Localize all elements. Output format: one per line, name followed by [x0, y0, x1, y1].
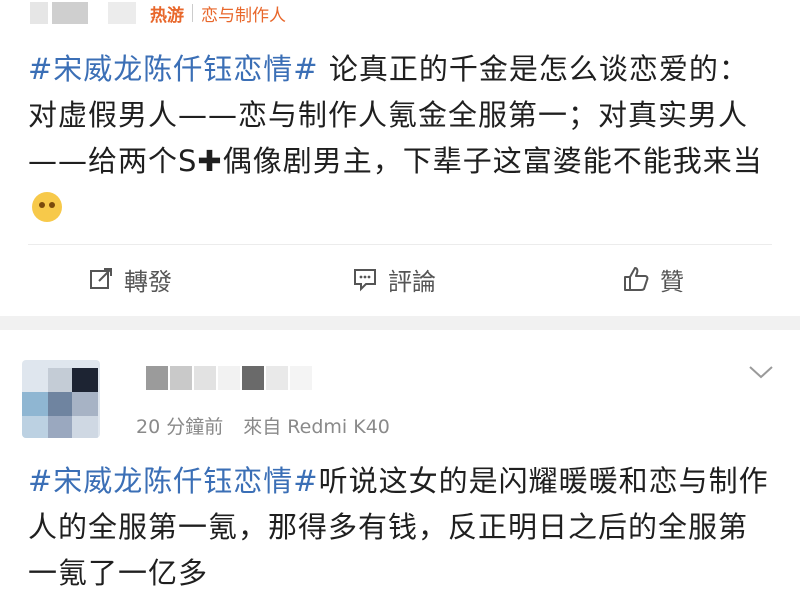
repost-label: 轉發 [124, 267, 172, 296]
thumbs-up-icon [624, 267, 649, 291]
post-timestamp: 20 分鐘前 [136, 416, 224, 438]
crying-face-emoji-icon [32, 192, 62, 222]
comment-label: 評論 [388, 267, 436, 296]
blurred-username [52, 2, 88, 24]
source-app-name[interactable]: 恋与制作人 [201, 1, 286, 26]
chevron-down-icon[interactable] [748, 364, 774, 384]
blurred-username[interactable] [146, 366, 312, 390]
section-separator [0, 316, 800, 330]
post-card-2: 20 分鐘前 來自 Redmi K40 #宋威龙陈仟钰恋情#听说这女的是闪耀暖暖… [0, 330, 800, 613]
comment-icon [354, 269, 376, 292]
like-label: 贊 [660, 267, 684, 296]
hashtag-link[interactable]: #宋威龙陈仟钰恋情# [28, 464, 319, 498]
hashtag-link[interactable]: #宋威龙陈仟钰恋情# [28, 52, 319, 86]
post-text-tail: 偶像剧男主，下辈子这富婆能不能我来当 [222, 144, 763, 178]
post-action-bar: 轉發 評論 贊 [0, 256, 800, 302]
like-button[interactable]: 贊 [622, 256, 684, 302]
post-meta: 20 分鐘前 來自 Redmi K40 [136, 412, 404, 439]
post-body: #宋威龙陈仟钰恋情# 论真正的千金是怎么谈恋爱的：对虚假男人——恋与制作人氪金全… [28, 46, 773, 230]
repost-icon [90, 268, 112, 289]
plus-icon: ✚ [197, 144, 223, 178]
post-header: 热游 恋与制作人 [30, 0, 286, 28]
hot-game-badge[interactable]: 热游 [150, 1, 184, 26]
blurred-username [108, 2, 136, 24]
blurred-username [30, 2, 48, 24]
post-body: #宋威龙陈仟钰恋情#听说这女的是闪耀暖暖和恋与制作人的全服第一氪，那得多有钱，反… [28, 458, 773, 596]
post-card-1: 热游 恋与制作人 #宋威龙陈仟钰恋情# 论真正的千金是怎么谈恋爱的：对虚假男人—… [0, 0, 800, 316]
divider [28, 244, 772, 245]
comment-button[interactable]: 評論 [352, 256, 436, 302]
divider [192, 4, 193, 22]
repost-button[interactable]: 轉發 [88, 256, 172, 302]
avatar[interactable] [22, 360, 100, 438]
post-device-source: 來自 Redmi K40 [243, 416, 390, 438]
